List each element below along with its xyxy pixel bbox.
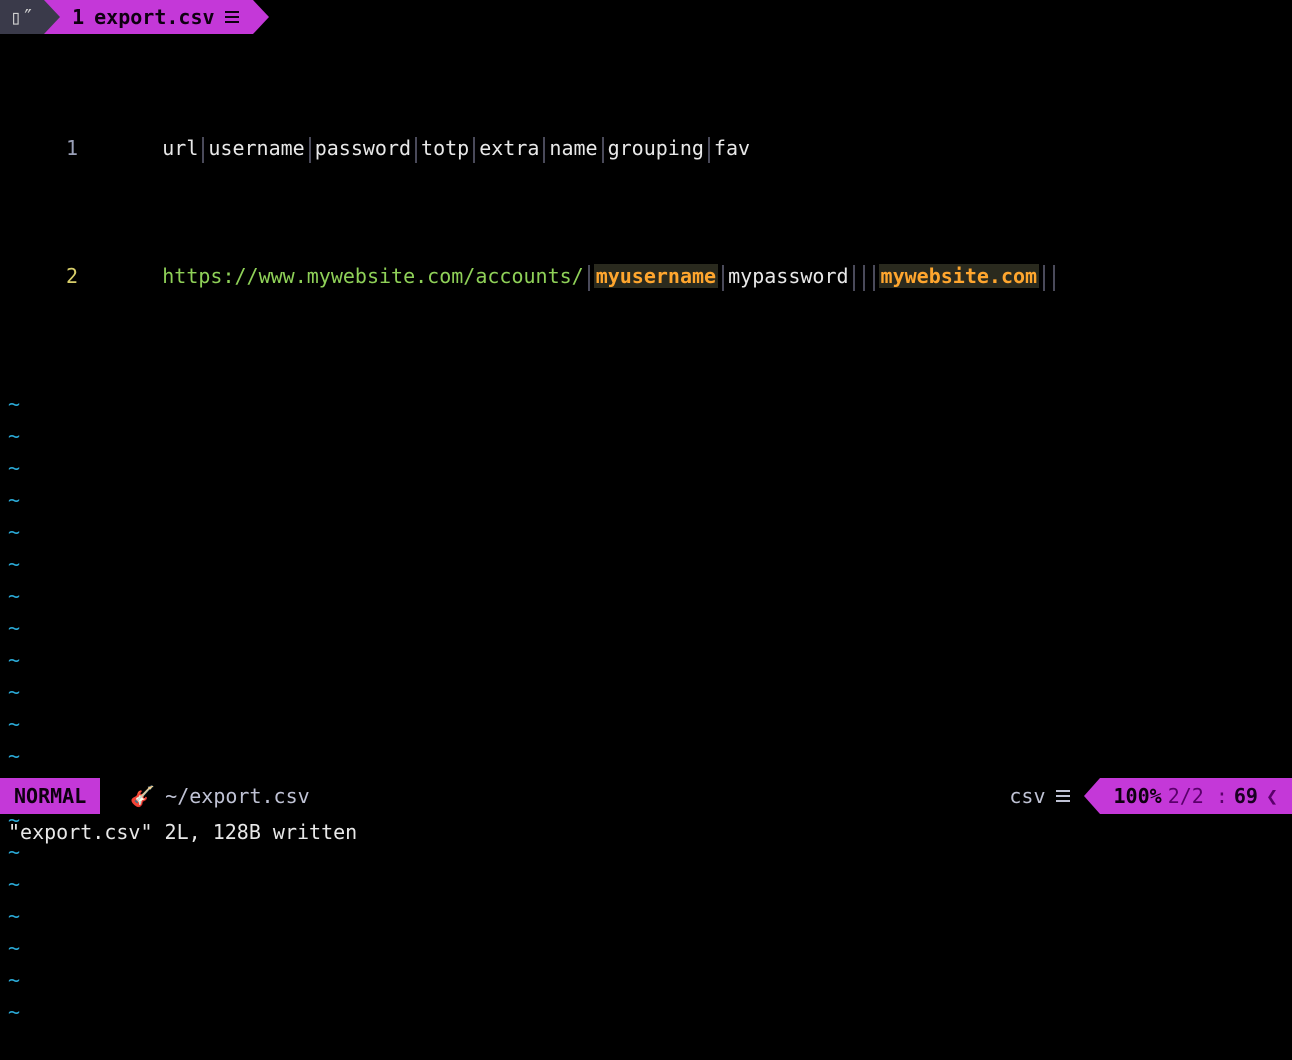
position-segment: 100% 2/2:69 ❮ [1100,778,1292,814]
hamburger-icon [225,11,239,23]
csv-field: totp [421,136,469,160]
empty-line-marker: ~ [0,868,1292,900]
empty-lines: ~~~~~~~~~~~~~~~~~~~~ [0,388,1292,1028]
empty-line-marker: ~ [0,708,1292,740]
csv-separator [415,137,417,163]
editor-line: 1 url username password totp extra name groupi… [0,132,1292,164]
csv-field: password [315,136,411,160]
csv-separator [543,137,545,163]
empty-line-marker: ~ [0,548,1292,580]
csv-field-url: https://www.mywebsite.com/accounts/ [162,264,583,288]
csv-separator [588,265,590,291]
empty-line-marker: ~ [0,932,1292,964]
empty-line-marker: ~ [0,452,1292,484]
mode-indicator: NORMAL [0,778,100,814]
empty-line-marker: ~ [0,580,1292,612]
chevron-left-icon: ❮ [1266,780,1278,812]
filetype-label: csv [1009,780,1045,812]
csv-field: mywebsite.com [879,264,1040,288]
status-right: csv 100% 2/2:69 ❮ [995,778,1292,814]
percent-through-file: 100% [1114,780,1162,812]
tab-filename: export.csv [94,1,214,33]
empty-line-marker: ~ [0,900,1292,932]
empty-line-marker: ~ [0,612,1292,644]
line-content: https://www.mywebsite.com/accounts/myuse… [90,228,1292,324]
csv-field: mypassword [728,264,848,288]
csv-separator [853,265,855,291]
status-mid [324,778,996,814]
csv-separator [473,137,475,163]
csv-field: fav [714,136,750,160]
empty-line-marker: ~ [0,644,1292,676]
csv-field: extra [479,136,539,160]
line-count: 2/2 [1168,780,1204,812]
line-number: 2 [0,260,90,292]
csv-separator [309,137,311,163]
rect-icon: ▯″ [10,1,34,33]
csv-field: username [208,136,304,160]
empty-line-marker: ~ [0,996,1292,1028]
csv-field: grouping [608,136,704,160]
branch-segment: 🎸 ~/export.csv [100,778,323,814]
csv-separator [602,137,604,163]
message-text: "export.csv" 2L, 128B written [8,816,357,848]
file-path: ~/export.csv [165,780,310,812]
empty-line-marker: ~ [0,388,1292,420]
csv-field: url [162,136,198,160]
editor-area[interactable]: 1 url username password totp extra name groupi… [0,36,1292,778]
empty-line-marker: ~ [0,676,1292,708]
tab-bar: ▯″ 1 export.csv [0,0,1292,34]
csv-separator [1053,265,1055,291]
csv-separator [873,265,875,291]
guitar-icon: 🎸 [130,780,155,812]
empty-line-marker: ~ [0,964,1292,996]
line-content: url username password totp extra name grouping… [90,100,1292,196]
csv-separator [202,137,204,163]
csv-separator [722,265,724,291]
status-line: NORMAL 🎸 ~/export.csv csv 100% 2/2:69 ❮ [0,778,1292,814]
hamburger-icon [1056,790,1070,802]
csv-separator [863,265,865,291]
line-number: 1 [0,132,90,164]
csv-separator [1043,265,1045,291]
editor-line: 2 https://www.mywebsite.com/accounts/myu… [0,260,1292,292]
tab-active[interactable]: 1 export.csv [44,0,252,34]
empty-line-marker: ~ [0,420,1292,452]
column-number: 69 [1234,780,1258,812]
tab-index: 1 [72,1,84,33]
tablist-icon: ▯″ [0,0,44,34]
command-line[interactable]: "export.csv" 2L, 128B written [0,814,1292,850]
csv-separator [708,137,710,163]
empty-line-marker: ~ [0,516,1292,548]
empty-line-marker: ~ [0,484,1292,516]
csv-field: myusername [594,264,718,288]
empty-line-marker: ~ [0,740,1292,772]
csv-field: name [549,136,597,160]
